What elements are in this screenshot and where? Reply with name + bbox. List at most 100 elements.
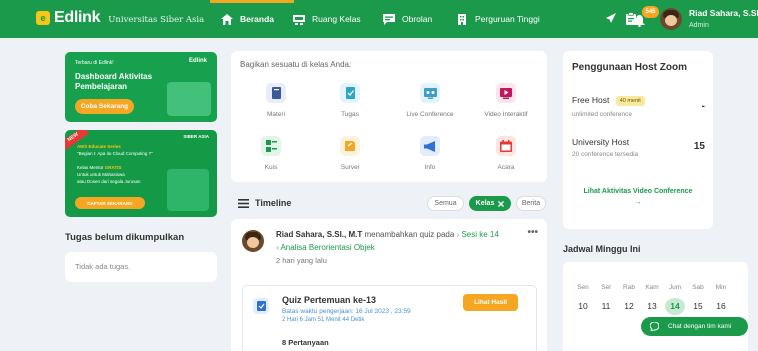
day-label: Sen	[577, 284, 589, 291]
promo2-audience-2: atau Dosen dari segala Jurusan	[77, 179, 141, 184]
share-acara[interactable]: Acara	[471, 136, 541, 171]
close-icon[interactable]	[498, 200, 505, 207]
nav-obrolan-label: Obrolan	[402, 14, 433, 24]
calendar-date[interactable]: 11	[596, 298, 616, 315]
megaphone-icon	[420, 136, 440, 156]
view-video-conference-activity-link[interactable]: Lihat Aktivitas Video Conference →	[569, 186, 707, 208]
book-icon	[266, 83, 286, 103]
more-options-icon[interactable]: •••	[527, 227, 538, 238]
calendar-date-today[interactable]: 14	[665, 298, 685, 315]
chat-icon	[383, 13, 395, 25]
promo-logo: Edlink	[188, 58, 207, 64]
assignment-icon	[340, 83, 360, 103]
post-session-link[interactable]: Sesi ke 14	[461, 230, 498, 239]
post-author[interactable]: Riad Sahara, S.SI., M.T	[276, 230, 362, 239]
share-info[interactable]: Info	[395, 136, 465, 171]
calendar-date[interactable]: 12	[619, 298, 639, 315]
share-live-conference-label: Live Conference	[406, 111, 454, 118]
promo2-series: AWS Educate Series	[77, 144, 121, 149]
share-live-conference[interactable]: Live Conference	[395, 83, 465, 118]
free-host-row: Free Host 40 menit	[572, 95, 645, 106]
promo2-free-prefix: Kelas Mentor	[77, 165, 104, 170]
no-tasks-text: Tidak ada tugas.	[75, 262, 131, 271]
share-tugas[interactable]: Tugas	[315, 83, 385, 118]
calendar-event-icon	[496, 136, 516, 156]
nav-beranda-label: Beranda	[240, 14, 275, 24]
quiz-title[interactable]: Quiz Pertemuan ke-13	[282, 295, 376, 305]
share-survei[interactable]: Survei	[315, 136, 385, 171]
free-host-duration-badge: 40 menit	[615, 95, 645, 106]
promo-title: Dashboard Aktivitas Pembelajaran	[75, 72, 153, 91]
calendar-date[interactable]: 13	[642, 298, 662, 315]
play-video-icon	[496, 83, 516, 103]
share-materi[interactable]: Materi	[241, 83, 311, 118]
weekly-calendar: Sen Sel Rab Kam Jum Sab Min 10 11 12 13 …	[563, 262, 748, 351]
day-label: Jum	[668, 284, 682, 291]
share-video-interaktif[interactable]: Video Interaktif	[471, 83, 541, 118]
chevron-right-icon: ›	[456, 230, 460, 239]
video-conference-icon	[420, 83, 440, 103]
bell-icon[interactable]	[634, 15, 645, 27]
share-video-interaktif-label: Video Interaktif	[484, 111, 528, 118]
day-label: Kam	[645, 284, 659, 291]
calendar-date[interactable]: 15	[688, 298, 708, 315]
day-label: Min	[715, 284, 727, 291]
university-host-label: University Host	[572, 137, 630, 147]
promo2-free-line: Kelas Mentor GRATIS	[77, 165, 121, 170]
brand-logo[interactable]: e Edlink Universitas Siber Asia	[36, 9, 204, 27]
weekly-schedule-heading: Jadwal Minggu Ini	[563, 244, 641, 254]
pending-tasks-card: Tidak ada tugas.	[65, 252, 217, 282]
filter-semua[interactable]: Semua	[427, 196, 464, 211]
quiz-time-remaining: 2 Hari 6 Jam 51 Menit 44 Detik	[282, 317, 365, 323]
timeline-post: Riad Sahara, S.SI., M.T menambahkan quiz…	[231, 219, 547, 351]
filter-kelas[interactable]: Kelas	[469, 196, 511, 211]
register-now-button[interactable]: DAFTAR SEKARANG	[75, 197, 145, 209]
zoom-usage-card: Penggunaan Host Zoom Free Host 40 menit …	[563, 51, 713, 229]
filter-berita[interactable]: Berita	[516, 196, 546, 211]
quiz-question-count: 8 Pertanyaan	[282, 338, 329, 347]
promo-illustration	[167, 82, 211, 116]
notification-count-badge: 545	[642, 6, 659, 18]
calendar-date[interactable]: 16	[711, 298, 731, 315]
calendar-date[interactable]: 10	[573, 298, 593, 315]
nav-ruang-kelas[interactable]: Ruang Kelas	[293, 0, 361, 38]
nav-perguruan-tinggi[interactable]: Perguruan Tinggi	[456, 0, 540, 38]
promo2-free-label: GRATIS	[104, 165, 122, 170]
promo-banner-dashboard[interactable]: Terbaru di Edlink! Edlink Dashboard Akti…	[65, 52, 217, 122]
university-name: Universitas Siber Asia	[108, 14, 205, 25]
quiz-attachment[interactable]: Quiz Pertemuan ke-13 Batas waktu pengerj…	[242, 285, 537, 351]
chat-bubble-icon	[650, 322, 659, 331]
logo-badge-icon: e	[36, 11, 50, 25]
rocket-icon[interactable]	[604, 12, 617, 25]
share-card: Bagikan sesuatu di kelas Anda: Materi Tu…	[231, 51, 547, 182]
timeline-label: Timeline	[255, 198, 292, 208]
day-label: Rab	[623, 284, 635, 291]
post-topic-link[interactable]: Analisa Berorientasi Objek	[280, 243, 374, 252]
nav-obrolan[interactable]: Obrolan	[383, 0, 432, 38]
arrow-right-icon: →	[634, 199, 642, 206]
free-host-subtitle: unlimited conference	[572, 111, 632, 118]
view-results-button[interactable]: Lihat Hasil	[463, 294, 518, 311]
share-survei-label: Survei	[340, 164, 360, 171]
share-kuis[interactable]: Kuis	[236, 136, 306, 171]
brand-name: Edlink	[54, 9, 101, 26]
share-kuis-label: Kuis	[264, 164, 278, 171]
free-host-label: Free Host	[572, 95, 610, 105]
share-title: Bagikan sesuatu di kelas Anda:	[240, 60, 352, 69]
user-name[interactable]: Riad Sahara, S.SI.,	[689, 8, 758, 18]
chat-with-team-button[interactable]: Chat dengan tim kami	[641, 317, 748, 336]
promo-subtitle: Terbaru di Edlink!	[75, 60, 114, 66]
survey-icon	[340, 136, 360, 156]
classroom-icon	[293, 14, 305, 25]
try-now-button[interactable]: Coba Sekarang	[75, 99, 134, 114]
nav-beranda[interactable]: Beranda	[221, 0, 274, 38]
post-headline: Riad Sahara, S.SI., M.T menambahkan quiz…	[276, 230, 499, 239]
share-acara-label: Acara	[497, 164, 515, 171]
promo2-subtitle: "Begian I: Apa itu Cloud Computing ?"	[77, 151, 153, 156]
post-author-avatar[interactable]	[242, 230, 264, 252]
promo-banner-aws[interactable]: NEW SIBER ASIA AWS Educate Series "Begia…	[65, 130, 217, 217]
promo2-brand: SIBER ASIA	[183, 134, 209, 139]
share-info-label: Info	[424, 164, 436, 171]
free-host-value: -	[701, 101, 705, 112]
user-avatar[interactable]	[660, 8, 682, 30]
